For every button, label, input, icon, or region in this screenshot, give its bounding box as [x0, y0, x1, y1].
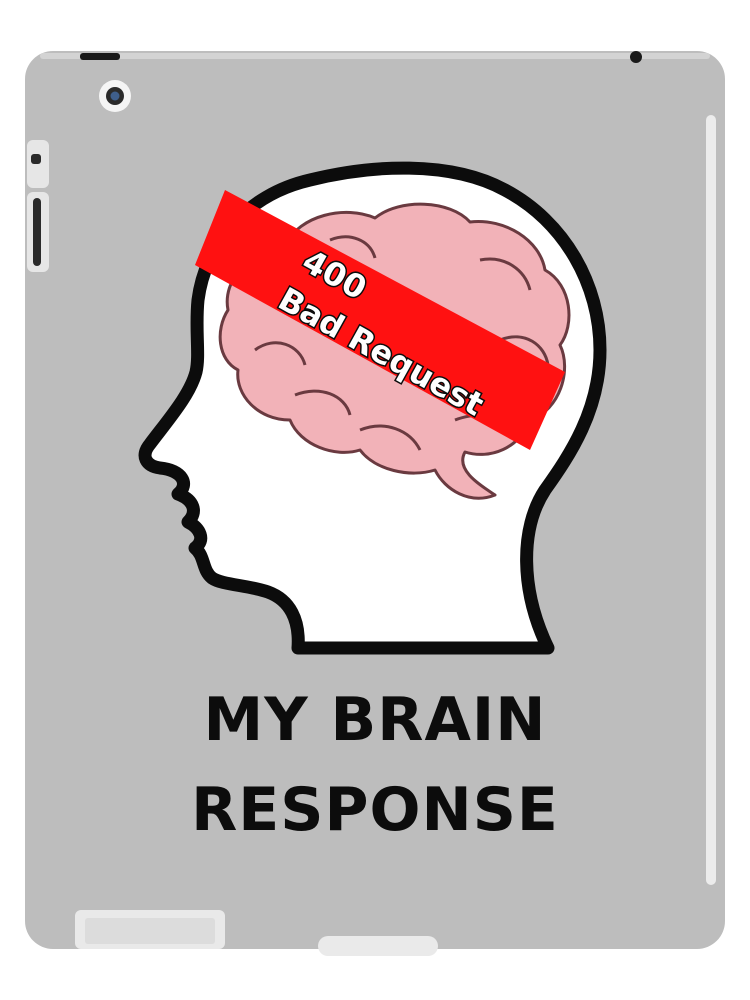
speaker-grille-icon — [75, 910, 225, 949]
side-buttons — [27, 140, 49, 272]
power-button-hole-icon — [630, 51, 642, 63]
head-illustration: 400 Bad Request — [138, 161, 607, 655]
ipad-case-illustration: 400 Bad Request — [25, 51, 725, 956]
case-right-edge — [706, 115, 716, 885]
product-image: 400 Bad Request MY BRAIN RESPONSE — [0, 0, 750, 1000]
caption-line-2: RESPONSE — [191, 775, 559, 845]
camera-lens-icon — [99, 80, 131, 112]
caption-line-1: MY BRAIN — [203, 685, 547, 755]
case-top-edge — [40, 53, 710, 59]
headphone-slot-icon — [80, 53, 120, 60]
hinge-icon — [318, 936, 438, 956]
